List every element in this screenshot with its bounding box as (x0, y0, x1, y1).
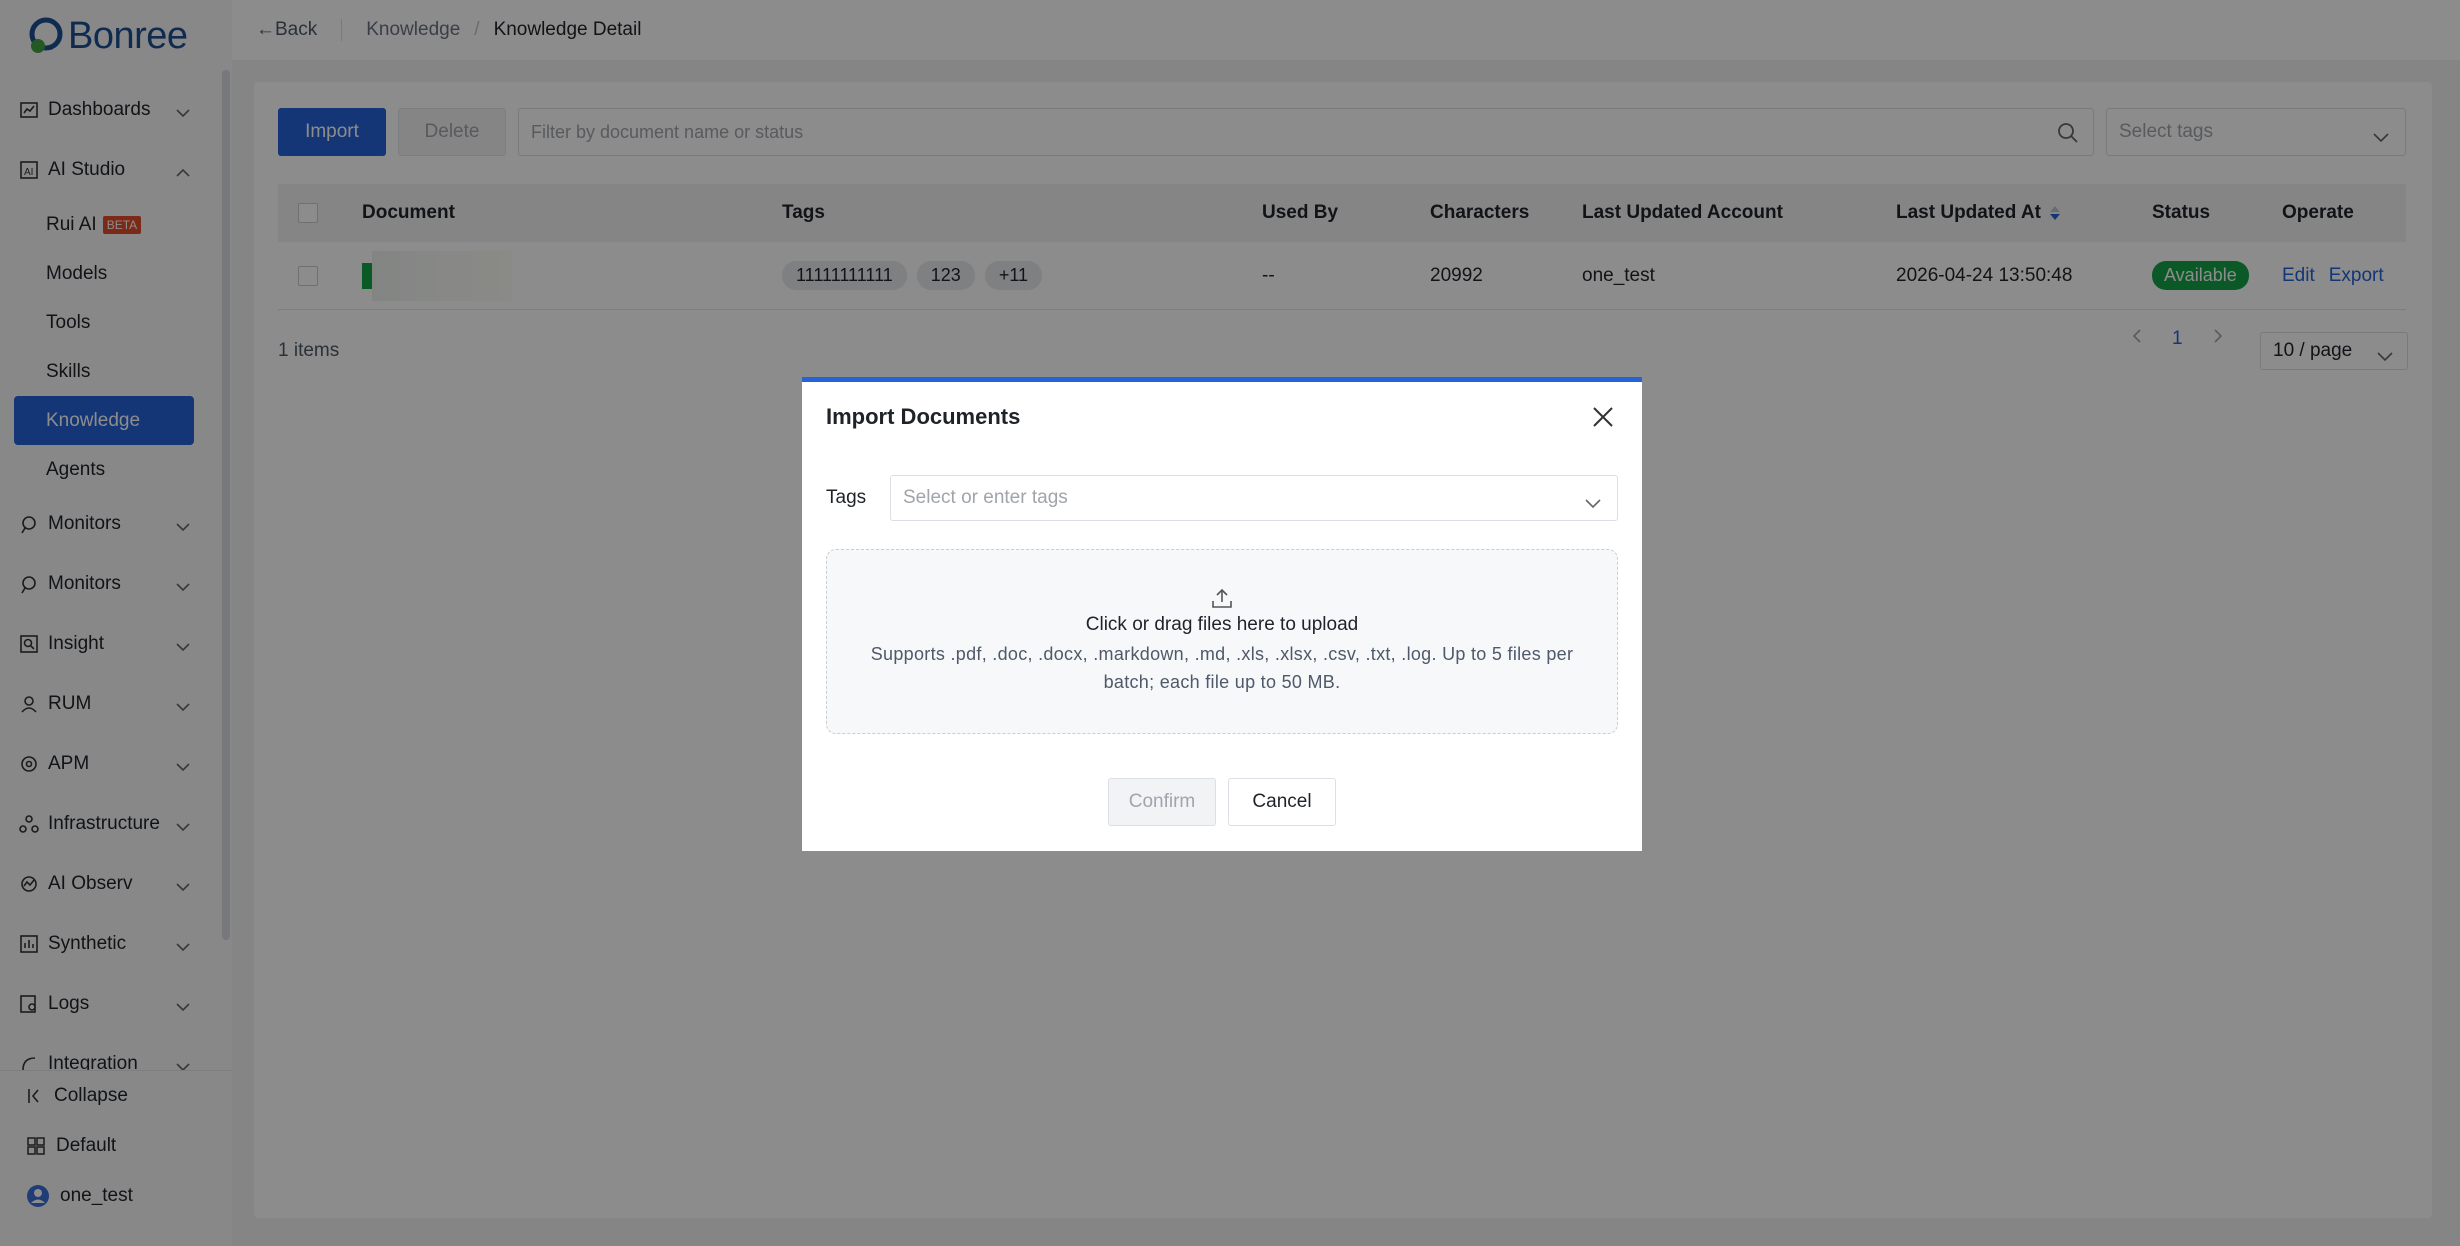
tags-select-placeholder: Select or enter tags (903, 487, 1068, 508)
tags-label: Tags (826, 487, 867, 508)
upload-title: Click or drag files here to upload (1085, 614, 1359, 635)
upload-icon (827, 588, 1617, 610)
upload-hint: Supports .pdf, .doc, .docx, .markdown, .… (870, 644, 1574, 692)
close-icon[interactable] (1590, 404, 1616, 430)
confirm-button[interactable]: Confirm (1108, 778, 1216, 826)
tags-select-input[interactable]: Select or enter tags (890, 475, 1618, 521)
upload-dropzone[interactable]: Click or drag files here to upload Suppo… (826, 549, 1618, 734)
modal-title: Import Documents (826, 404, 1021, 429)
chevron-down-icon (1585, 493, 1601, 515)
import-documents-modal: Import Documents Tags Select or enter ta… (802, 377, 1642, 851)
cancel-button[interactable]: Cancel (1228, 778, 1336, 826)
